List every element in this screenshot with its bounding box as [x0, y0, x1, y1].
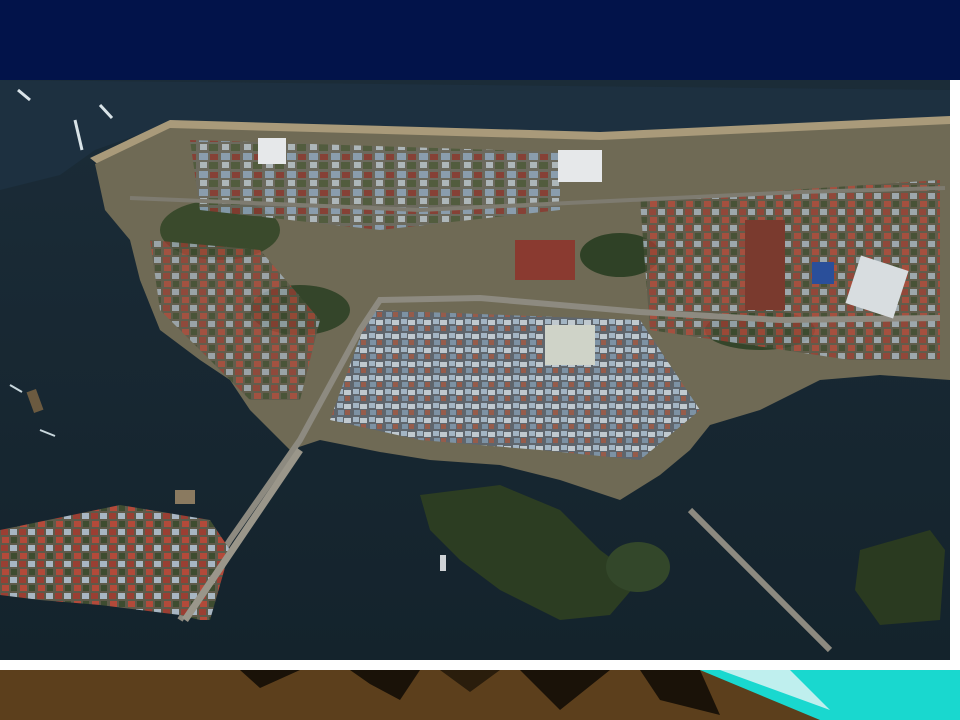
building-white	[258, 138, 286, 164]
mangrove-island	[606, 542, 670, 592]
boat	[175, 490, 195, 504]
footer-graphic	[0, 670, 960, 720]
header-band	[0, 0, 960, 80]
building-red	[745, 220, 785, 310]
footer-band	[0, 670, 960, 720]
building-courtyard	[545, 325, 595, 365]
building-white	[558, 150, 602, 182]
aerial-photo-frame	[0, 80, 960, 670]
building-blue	[812, 262, 834, 284]
boat	[440, 555, 446, 571]
building-red	[515, 240, 575, 280]
aerial-photo	[0, 80, 950, 660]
